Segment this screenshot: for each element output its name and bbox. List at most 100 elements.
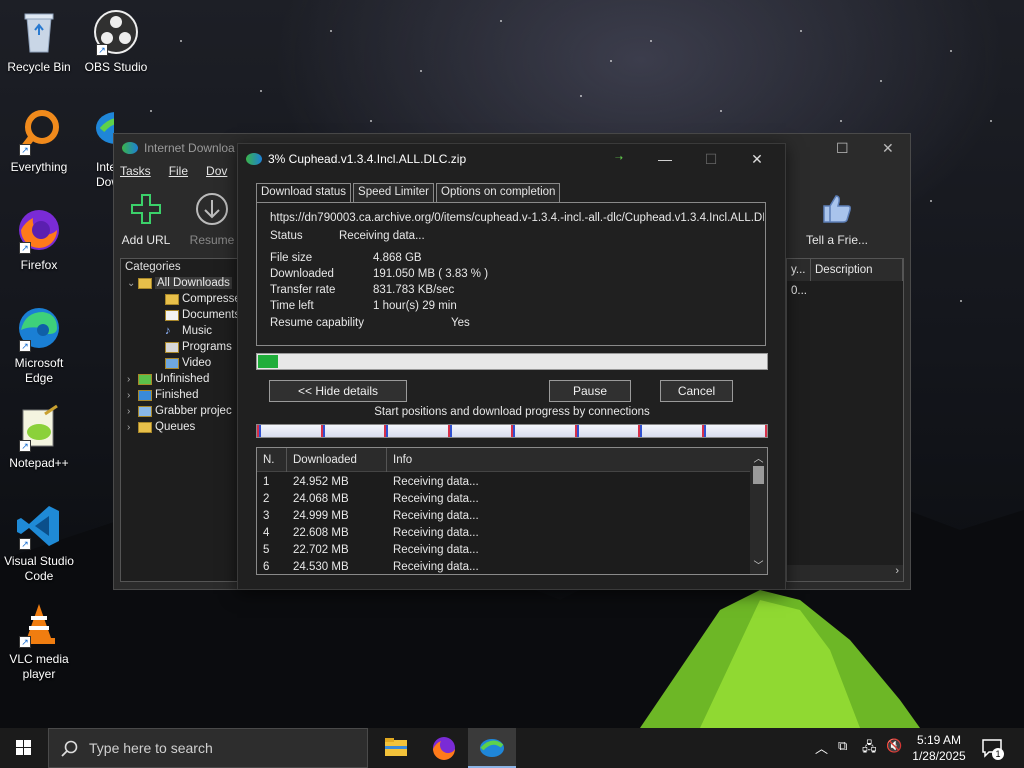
connection-row[interactable]: 3 24.999 MB Receiving data... [257,509,750,526]
column-header[interactable]: y... [787,259,811,281]
connection-cell-info: Receiving data... [393,493,479,505]
folder-queues-icon [138,421,152,433]
tab-download-status[interactable]: Download status [256,183,352,203]
add-url-label: Add URL [121,233,171,247]
start-button[interactable] [0,728,48,768]
desktop-icon-recycle-bin[interactable]: Recycle Bin [1,8,77,75]
connections-caption: Start positions and download progress by… [374,406,650,418]
hide-details-button[interactable]: << Hide details [269,380,407,402]
desktop-icon-firefox[interactable]: ↗ Firefox [1,206,77,273]
desktop-icon-internet-download-manager[interactable]: Inte Dow [78,108,114,190]
desktop-icon-everything[interactable]: ↗ Everything [1,108,77,175]
idm-title-icon [246,153,262,165]
tray-idm-icon[interactable]: ⧉ [838,738,847,754]
tab-options-on-completion[interactable]: Options on completion [436,183,561,202]
tree-item-label: All Downloads [155,277,232,289]
minimize-button[interactable]: — [642,144,688,174]
desktop-icon-vlc-media-player[interactable]: ↗ VLC media player [1,600,77,682]
thumbs-up-icon [823,195,851,223]
connection-row[interactable]: 6 24.530 MB Receiving data... [257,560,750,574]
list-cell[interactable]: 0... [791,285,807,297]
tree-item-music[interactable]: ♪ Music [165,325,212,337]
tree-item-documents[interactable]: Documents [165,309,240,321]
scroll-down-icon[interactable]: ﹀ [750,557,767,572]
taskbar-internet-download-manager[interactable] [468,728,516,768]
desktop-icon-obs-studio[interactable]: ↗ OBS Studio [78,8,154,75]
connection-row[interactable]: 2 24.068 MB Receiving data... [257,492,750,509]
clock-date: 1/28/2025 [912,749,966,763]
scroll-right-icon[interactable]: › [895,565,899,577]
column-header-downloaded[interactable]: Downloaded [287,448,387,472]
tree-item-finished[interactable]: › Finished [127,389,198,401]
idm-main-close-button[interactable]: ✕ [882,140,894,157]
scroll-up-icon[interactable]: ︿ [750,450,767,465]
connection-cell-n: 5 [263,544,270,556]
pause-button[interactable]: Pause [549,380,631,402]
download-progress-dialog[interactable]: 3% Cuphead.v1.3.4.Incl.ALL.DLC.zip ➝ — ☐… [237,143,786,590]
connection-segment [703,425,767,437]
connection-cell-downloaded: 22.608 MB [293,527,349,539]
expand-icon[interactable]: ⌄ [127,278,135,289]
maximize-button[interactable]: ☐ [688,144,734,174]
tree-item-all-downloads[interactable]: ⌄ All Downloads [127,277,232,289]
desktop-icon-microsoft-edge[interactable]: ↗ Microsoft Edge [1,304,77,386]
column-header-description[interactable]: Description [811,259,903,281]
desktop-icon-notepad-plus-plus[interactable]: ↗ Notepad++ [1,404,77,471]
desktop-icon-visual-studio-code[interactable]: ↗ Visual Studio Code [1,502,77,584]
connection-row[interactable]: 5 22.702 MB Receiving data... [257,543,750,560]
expand-icon[interactable]: › [127,374,135,385]
horizontal-scrollbar[interactable]: › [787,565,903,581]
tell-a-friend-button[interactable]: Tell a Frie... [804,192,870,247]
network-icon[interactable]: 🖧 [862,738,877,760]
connection-segment [449,425,513,437]
connections-vertical-scrollbar[interactable]: ︿ ﹀ [750,448,767,574]
menu-tasks[interactable]: Tasks [120,164,151,178]
resume-button[interactable]: Resume [182,192,242,247]
idm-main-title-icon [122,142,138,154]
taskbar-search-box[interactable]: Type here to search [48,728,368,768]
taskbar-clock[interactable]: 5:19 AM 1/28/2025 [906,732,972,764]
expand-icon[interactable]: › [127,422,135,433]
desktop-icon-label: Firefox [20,258,58,272]
scrollbar-thumb[interactable] [753,466,764,484]
connection-row[interactable]: 1 24.952 MB Receiving data... [257,475,750,492]
downloaded-label: Downloaded [270,268,334,280]
column-header-info[interactable]: Info [387,448,751,472]
firefox-icon [433,737,455,760]
connection-segment [322,425,386,437]
connection-segment [640,425,704,437]
tree-item-compressed[interactable]: Compresse [165,293,241,305]
expand-icon[interactable]: › [127,390,135,401]
idm-main-title: Internet Downloa [144,141,235,155]
column-header-n[interactable]: N. [257,448,287,472]
cancel-button[interactable]: Cancel [660,380,733,402]
time-left-label: Time left [270,300,314,312]
tab-speed-limiter[interactable]: Speed Limiter [353,183,434,202]
connection-progress-marker [386,425,388,437]
menu-downloads[interactable]: Dov [206,164,227,178]
connection-progress-marker [640,425,642,437]
document-icon [165,309,179,321]
connection-row[interactable]: 4 22.608 MB Receiving data... [257,526,750,543]
expand-icon[interactable]: › [127,406,135,417]
taskbar-file-explorer[interactable] [372,728,420,768]
taskbar-firefox[interactable] [420,728,468,768]
close-button[interactable]: ✕ [734,144,780,174]
tray-chevron-up-icon[interactable]: ︿ [815,738,828,757]
tree-item-grabber-projects[interactable]: › Grabber projec [127,405,232,417]
volume-muted-icon[interactable]: 🔇 [886,738,902,754]
desktop-icon-label: OBS Studio [84,60,148,74]
notification-center-button[interactable]: 1 [980,736,1004,760]
download-url: https://dn790003.ca.archive.org/0/items/… [270,212,764,224]
tree-item-unfinished[interactable]: › Unfinished [127,373,209,385]
download-arrow-icon [196,193,228,225]
idm-main-maximize-button[interactable]: ☐ [836,140,849,157]
menu-file[interactable]: File [169,164,188,178]
tree-item-programs[interactable]: Programs [165,341,232,353]
connection-cell-info: Receiving data... [393,527,479,539]
shortcut-arrow-icon: ↗ [19,636,31,648]
add-url-button[interactable]: Add URL [116,192,176,247]
tree-item-video[interactable]: Video [165,357,211,369]
tree-item-queues[interactable]: › Queues [127,421,195,433]
taskbar: Type here to search ︿ ⧉ 🖧 🔇 5:19 AM 1/28… [0,728,1024,768]
